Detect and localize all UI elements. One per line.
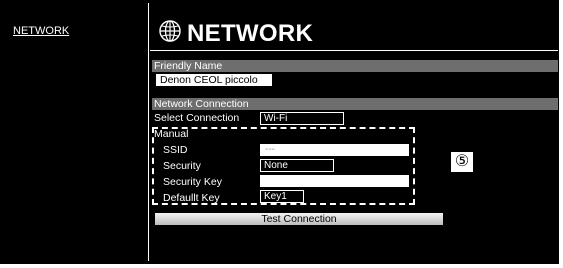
settings-screen: NETWORK NETWORK Friendly Name Denon CEOL… [0,0,559,264]
friendly-name-section-label: Friendly Name [152,60,558,72]
sidebar: NETWORK [3,3,147,261]
manual-label: Manual [154,128,189,140]
header-separator [150,50,558,51]
network-connection-section-label: Network Connection [152,98,558,110]
callout-number-badge: ⑤ [450,151,474,173]
sidebar-item-network[interactable]: NETWORK [13,25,69,37]
default-key-label: Defaullt Key [163,192,220,204]
callout-arrow-icon [415,157,451,167]
ssid-label: SSID [163,144,188,156]
security-key-label: Security Key [163,176,222,188]
ssid-field[interactable]: --- [260,144,409,156]
security-key-field[interactable] [260,175,409,187]
globe-icon [159,20,181,42]
select-connection-field[interactable]: Wi-Fi [260,112,344,125]
page-header: NETWORK [157,13,313,49]
security-label: Security [163,160,201,172]
test-connection-button[interactable]: Test Connection [155,213,443,225]
select-connection-label: Select Connection [154,112,240,124]
sidebar-divider [148,3,149,261]
default-key-field[interactable]: Key1 [260,190,304,203]
page-title: NETWORK [187,20,314,47]
security-field[interactable]: None [260,159,334,172]
friendly-name-field[interactable]: Denon CEOL piccolo [156,74,272,86]
